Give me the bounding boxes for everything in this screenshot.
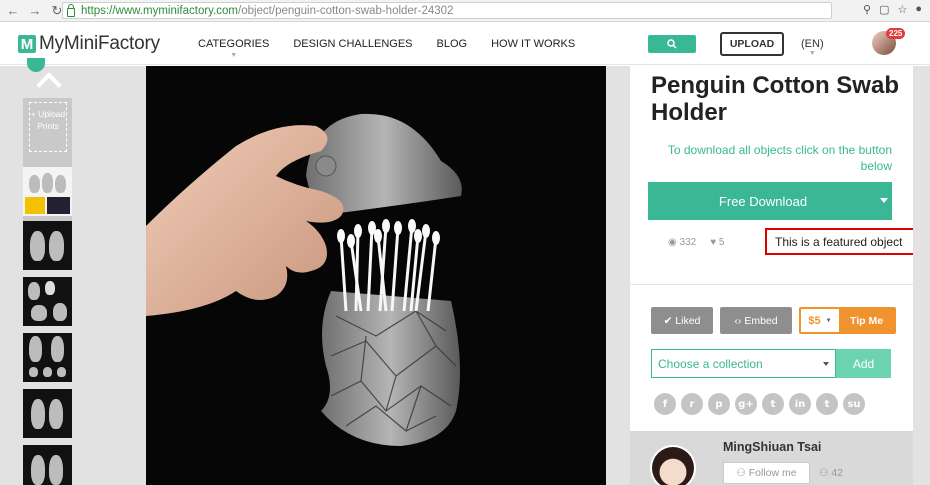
caret-down-icon[interactable] xyxy=(880,198,888,203)
author-name[interactable]: MingShiuan Tsai xyxy=(723,440,821,454)
translate-icon[interactable]: ▢ xyxy=(879,3,889,16)
facebook-icon[interactable]: f xyxy=(654,393,676,415)
browser-extensions: ⚲ ▢ ☆ ● xyxy=(863,3,922,16)
logo-mark: M xyxy=(18,35,36,53)
object-title: Penguin Cotton Swab Holder xyxy=(651,72,899,126)
check-icon: ✔ xyxy=(663,314,676,327)
free-download-label: Free Download xyxy=(718,193,808,209)
search-button[interactable] xyxy=(648,35,696,53)
object-stats: ◉ 332 ♥ 5 xyxy=(668,237,724,248)
linkedin-icon[interactable]: in xyxy=(789,393,811,415)
liked-label: Liked xyxy=(675,314,701,327)
nav-categories-label: CATEGORIES xyxy=(198,38,270,50)
thumbnail[interactable] xyxy=(23,333,72,382)
reddit-icon[interactable]: r xyxy=(681,393,703,415)
divider xyxy=(630,284,913,285)
url-path: /object/penguin-cotton-swab-holder-24302 xyxy=(238,4,454,17)
extension-icon[interactable]: ● xyxy=(915,3,922,16)
main-nav: CATEGORIES ▼ DESIGN CHALLENGES BLOG HOW I… xyxy=(198,38,575,59)
thumbnail[interactable] xyxy=(23,167,72,216)
key-icon[interactable]: ⚲ xyxy=(863,3,871,16)
eye-icon: ◉ xyxy=(668,237,680,248)
upload-button[interactable]: UPLOAD xyxy=(720,32,784,56)
chevron-up-icon[interactable] xyxy=(36,68,60,92)
nav-how-it-works-label: HOW IT WORKS xyxy=(491,38,576,50)
thumbnail[interactable] xyxy=(23,445,72,485)
followers-value: 42 xyxy=(831,467,844,479)
likes-count: 5 xyxy=(718,237,725,248)
follow-label: Follow me xyxy=(748,467,797,479)
free-download-button[interactable]: Free Download xyxy=(648,182,892,220)
object-info-panel: Penguin Cotton Swab Holder To download a… xyxy=(630,66,915,485)
liked-button[interactable]: ✔ Liked xyxy=(651,307,713,334)
language-selector[interactable]: (EN) ▼ xyxy=(801,38,824,57)
tumblr-icon[interactable]: t xyxy=(816,393,838,415)
nav-blog-label: BLOG xyxy=(436,38,468,50)
nav-design-challenges-label: DESIGN CHALLENGES xyxy=(293,38,413,50)
google-plus-icon[interactable]: g+ xyxy=(735,393,757,415)
content-divider xyxy=(606,66,630,485)
likes-stat: ♥ 5 xyxy=(710,237,724,248)
nav-categories[interactable]: CATEGORIES ▼ xyxy=(198,38,270,59)
browser-toolbar: ← → ↻ https://www.myminifactory.com/obje… xyxy=(0,0,930,22)
user-icon: ⚇ xyxy=(819,467,832,479)
nav-blog[interactable]: BLOG xyxy=(437,38,468,50)
thumbnail[interactable] xyxy=(23,221,72,270)
nav-how-it-works[interactable]: HOW IT WORKS xyxy=(491,38,575,50)
url-origin: https://www.myminifactory.com xyxy=(81,4,238,17)
code-icon: ‹› xyxy=(734,314,745,327)
thumbnail-column: + Upload Prints xyxy=(0,58,146,485)
star-icon[interactable]: ☆ xyxy=(897,3,907,16)
followers-count: ⚇ 42 xyxy=(819,467,843,479)
author-avatar[interactable] xyxy=(650,445,696,485)
collection-select[interactable]: Choose a collection xyxy=(651,349,836,378)
thumbnail[interactable] xyxy=(23,389,72,438)
stumbleupon-icon[interactable]: su xyxy=(843,393,865,415)
chevron-down-icon: ▼ xyxy=(230,52,238,59)
tip-amount: $5 xyxy=(808,314,821,327)
featured-badge: This is a featured object xyxy=(765,228,915,255)
twitter-icon[interactable]: t xyxy=(762,393,784,415)
logo[interactable]: M MyMiniFactory xyxy=(18,33,160,55)
tip-amount-select[interactable]: $5 ▼ xyxy=(801,309,839,332)
site-header: M MyMiniFactory CATEGORIES ▼ DESIGN CHALL… xyxy=(0,23,930,65)
views-stat: ◉ 332 xyxy=(668,237,696,248)
add-to-collection-button[interactable]: Add xyxy=(836,349,891,378)
chevron-down-icon: ▼ xyxy=(808,50,816,57)
heart-icon: ♥ xyxy=(710,237,719,248)
thumbnail[interactable] xyxy=(23,277,72,326)
forward-icon[interactable]: → xyxy=(26,2,44,20)
caret-down-icon: ▼ xyxy=(825,317,832,324)
social-share: f r p g+ t in t su xyxy=(654,393,865,415)
follow-button[interactable]: ⚇ Follow me xyxy=(723,462,810,484)
collection-placeholder: Choose a collection xyxy=(658,356,763,371)
embed-label: Embed xyxy=(744,314,778,327)
download-note: To download all objects click on the but… xyxy=(667,143,892,173)
penguin-holder-image xyxy=(146,113,462,446)
tip-widget: $5 ▼ Tip Me xyxy=(799,307,896,334)
lock-icon xyxy=(67,3,75,17)
page-gutter xyxy=(913,66,930,485)
views-count: 332 xyxy=(679,237,697,248)
embed-button[interactable]: ‹› Embed xyxy=(720,307,792,334)
caret-down-icon xyxy=(823,362,829,366)
tip-me-button[interactable]: Tip Me xyxy=(839,309,894,332)
author-card: MingShiuan Tsai ⚇ Follow me ⚇ 42 xyxy=(630,431,913,485)
logo-text: MyMiniFactory xyxy=(39,33,160,54)
address-bar[interactable]: https://www.myminifactory.com/object/pen… xyxy=(62,2,832,19)
product-photo[interactable] xyxy=(146,66,606,485)
language-label: (EN) xyxy=(801,38,824,50)
user-icon: ⚇ xyxy=(736,467,749,479)
upload-prints-label: + Upload Prints xyxy=(29,102,67,152)
nav-design-challenges[interactable]: DESIGN CHALLENGES xyxy=(293,38,412,50)
notification-badge[interactable]: 225 xyxy=(886,28,906,39)
search-icon xyxy=(667,39,677,49)
pinterest-icon[interactable]: p xyxy=(708,393,730,415)
back-icon[interactable]: ← xyxy=(4,2,22,20)
